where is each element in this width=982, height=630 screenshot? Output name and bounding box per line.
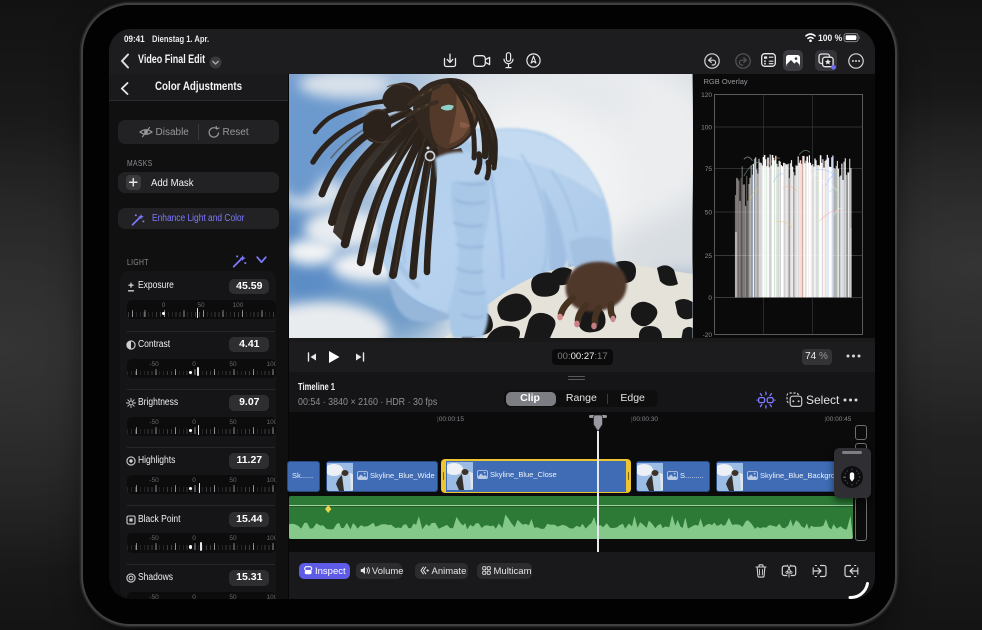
svg-text:100: 100 xyxy=(701,124,712,131)
svg-text:75: 75 xyxy=(704,166,712,173)
svg-text:0: 0 xyxy=(708,294,712,301)
svg-text:25: 25 xyxy=(704,252,712,259)
svg-text:50: 50 xyxy=(704,209,712,216)
svg-text:120: 120 xyxy=(701,91,712,98)
